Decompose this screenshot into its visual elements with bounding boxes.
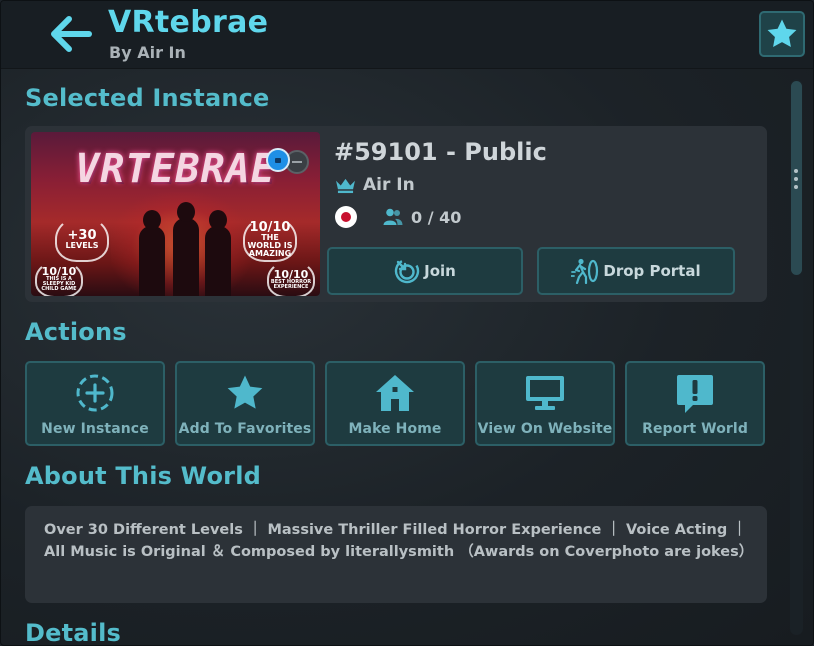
monitor-icon xyxy=(526,376,564,410)
header-bar: VRtebrae By Air In xyxy=(1,1,813,69)
japan-flag-icon xyxy=(335,206,357,228)
drop-portal-label: Drop Portal xyxy=(603,262,701,280)
world-title: VRtebrae xyxy=(108,5,269,40)
world-thumbnail: VRTEBRAE +30 LEVELS 10/10 THE WORLD IS AMA… xyxy=(31,132,320,296)
new-instance-label: New Instance xyxy=(41,421,149,437)
drop-portal-button[interactable]: Drop Portal xyxy=(537,247,735,295)
instance-card: VRTEBRAE +30 LEVELS 10/10 THE WORLD IS AMA… xyxy=(25,126,767,302)
new-instance-button[interactable]: New Instance xyxy=(25,361,165,446)
instance-owner: Air In xyxy=(335,175,415,195)
add-to-favorites-button[interactable]: Add To Favorites xyxy=(175,361,315,446)
pc-platform-badge-icon xyxy=(266,148,290,172)
world-author: By Air In xyxy=(109,43,186,62)
instance-info-row: 0 / 40 xyxy=(335,206,461,228)
about-heading: About This World xyxy=(25,462,262,490)
view-on-website-label: View On Website xyxy=(477,421,613,437)
make-home-label: Make Home xyxy=(348,421,442,437)
thumbnail-award: 10/10 BEST HORROR EXPERIENCE xyxy=(267,260,315,296)
join-button[interactable]: Join xyxy=(327,247,523,295)
add-to-favorites-label: Add To Favorites xyxy=(178,421,312,437)
view-on-website-button[interactable]: View On Website xyxy=(475,361,615,446)
back-button[interactable] xyxy=(47,13,95,55)
instance-name: #59101 - Public xyxy=(334,138,547,166)
resize-grip-icon[interactable] xyxy=(793,169,799,189)
report-world-label: Report World xyxy=(642,421,748,437)
portal-icon xyxy=(571,258,599,284)
star-icon xyxy=(767,19,797,48)
join-icon xyxy=(394,258,420,284)
home-icon xyxy=(376,375,414,411)
world-details-panel: VRtebrae By Air In Selected Instance VRT… xyxy=(0,0,814,646)
make-home-button[interactable]: Make Home xyxy=(325,361,465,446)
crown-icon xyxy=(336,178,355,193)
user-count: 0 / 40 xyxy=(411,207,462,227)
new-instance-icon xyxy=(76,374,114,412)
users-icon xyxy=(383,208,403,225)
thumbnail-award: 10/10 THIS IS A SLEEPY KID CHILD GAME xyxy=(35,260,83,296)
report-icon xyxy=(677,375,713,413)
world-description: Over 30 Different Levels ｜ Massive Thril… xyxy=(44,522,754,560)
owner-name: Air In xyxy=(363,175,415,195)
selected-instance-heading: Selected Instance xyxy=(25,84,270,112)
scrollbar[interactable] xyxy=(790,79,803,635)
details-heading: Details xyxy=(25,619,122,646)
report-world-button[interactable]: Report World xyxy=(625,361,765,446)
join-label: Join xyxy=(424,262,456,280)
actions-heading: Actions xyxy=(25,318,127,346)
about-card: Over 30 Different Levels ｜ Massive Thril… xyxy=(25,506,767,603)
thumbnail-award: +30 LEVELS xyxy=(55,216,109,262)
star-icon xyxy=(227,375,263,409)
favorite-button[interactable] xyxy=(759,11,805,57)
thumbnail-award: 10/10 THE WORLD IS AMAZING xyxy=(243,216,297,262)
arrow-left-icon xyxy=(51,16,92,52)
